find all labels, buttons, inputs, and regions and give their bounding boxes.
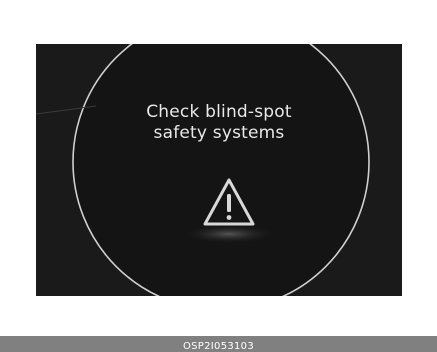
page: Check blind-spot safety systems OSP2I053… — [0, 0, 437, 352]
warning-triangle-icon — [203, 178, 255, 226]
warning-message-line-1: Check blind-spot — [146, 102, 292, 122]
gauge-ring-decoration — [36, 44, 402, 296]
warning-message: Check blind-spot safety systems — [36, 102, 402, 144]
cluster-display: Check blind-spot safety systems — [36, 44, 402, 296]
caption-bar: OSP2I053103 — [0, 336, 437, 352]
warning-message-line-2: safety systems — [153, 123, 285, 143]
figure-code: OSP2I053103 — [182, 341, 255, 352]
